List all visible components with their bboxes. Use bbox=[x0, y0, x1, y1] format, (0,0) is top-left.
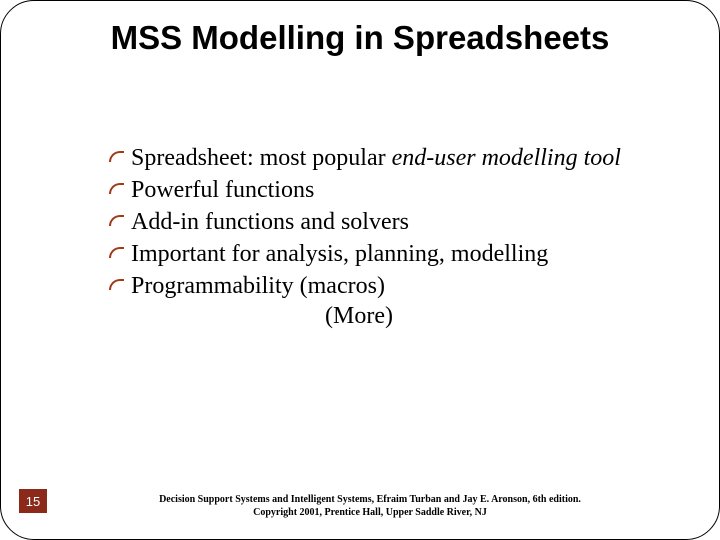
text-emphasis: end-user modelling tool bbox=[392, 145, 621, 171]
list-item: Important for analysis, planning, modell… bbox=[109, 239, 679, 269]
more-indicator: (More) bbox=[39, 303, 679, 330]
slide-frame: MSS Modelling in Spreadsheets Spreadshee… bbox=[0, 0, 720, 540]
text-plain: Add-in functions and solvers bbox=[131, 209, 409, 235]
bullet-icon bbox=[109, 247, 131, 258]
slide-title: MSS Modelling in Spreadsheets bbox=[100, 19, 620, 58]
footer-line: Decision Support Systems and Intelligent… bbox=[61, 494, 679, 507]
footer-line: Copyright 2001, Prentice Hall, Upper Sad… bbox=[61, 507, 679, 520]
list-item: Add-in functions and solvers bbox=[109, 207, 679, 237]
list-item-text: Powerful functions bbox=[131, 175, 679, 205]
text-plain: Powerful functions bbox=[131, 177, 314, 203]
text-plain: Programmability (macros) bbox=[131, 273, 385, 299]
bullet-icon bbox=[109, 183, 131, 194]
list-item: Powerful functions bbox=[109, 175, 679, 205]
page-number: 15 bbox=[19, 489, 47, 513]
list-item: Spreadsheet: most popular end-user model… bbox=[109, 143, 679, 173]
bullet-icon bbox=[109, 215, 131, 226]
list-item: Programmability (macros) bbox=[109, 271, 679, 301]
list-item-text: Add-in functions and solvers bbox=[131, 207, 679, 237]
text-plain: Important for analysis, planning, modell… bbox=[131, 241, 548, 267]
bullet-list: Spreadsheet: most popular end-user model… bbox=[109, 143, 679, 330]
list-item-text: Spreadsheet: most popular end-user model… bbox=[131, 143, 679, 173]
list-item-text: Important for analysis, planning, modell… bbox=[131, 239, 679, 269]
bullet-icon bbox=[109, 151, 131, 162]
bullet-icon bbox=[109, 279, 131, 290]
footer: Decision Support Systems and Intelligent… bbox=[61, 494, 679, 519]
text-plain: Spreadsheet: most popular bbox=[131, 145, 392, 171]
list-item-text: Programmability (macros) bbox=[131, 271, 679, 301]
